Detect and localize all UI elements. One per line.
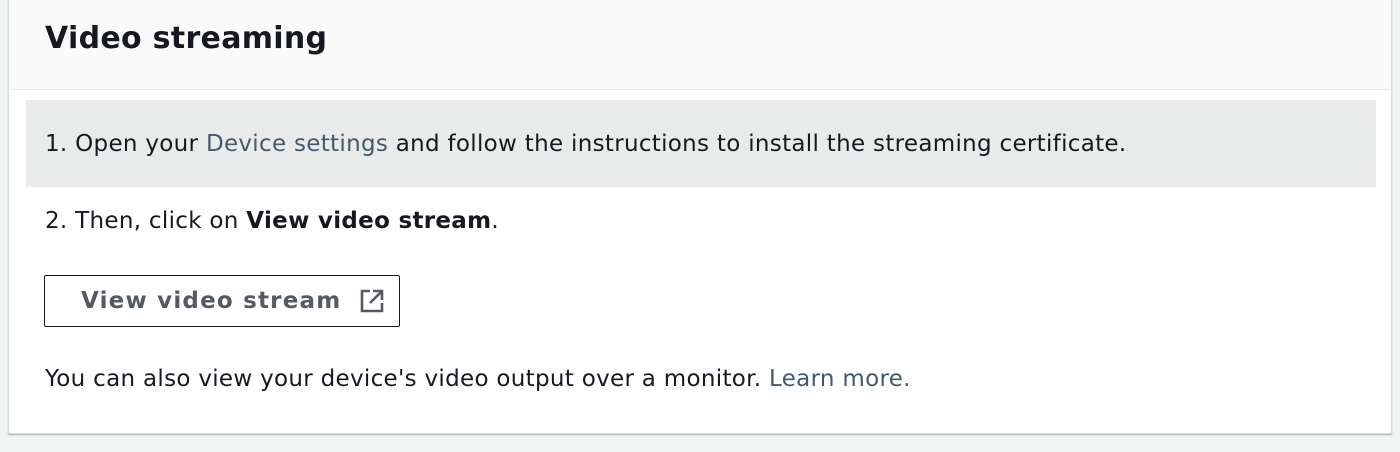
monitor-note: You can also view your device's video ou… [45,366,911,392]
panel-title: Video streaming [45,21,328,56]
video-streaming-panel: Video streaming 1. Open your Device sett… [8,0,1392,434]
monitor-note-text: You can also view your device's video ou… [45,366,770,392]
step-2-instruction: 2. Then, click on View video stream. [45,208,499,234]
step-2-bold-text: View video stream [246,208,492,234]
learn-more-link[interactable]: Learn more. [769,366,911,392]
step-1-suffix: and follow the instructions to install t… [388,130,1127,157]
view-video-stream-label: View video stream [81,288,342,314]
external-link-icon [359,288,385,314]
panel-header: Video streaming [9,0,1391,90]
device-settings-link[interactable]: Device settings [206,131,388,157]
step-2-suffix: . [491,208,500,234]
step-1-instruction: 1. Open your Device settings and follow … [26,100,1376,187]
step-1-prefix: 1. Open your [45,130,206,157]
view-video-stream-button[interactable]: View video stream [44,275,400,327]
step-2-prefix: 2. Then, click on [45,208,247,234]
